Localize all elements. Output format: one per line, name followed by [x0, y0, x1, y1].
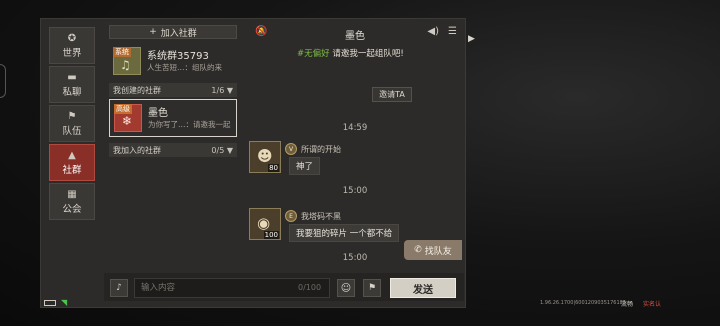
level-label: 80 — [268, 164, 279, 172]
speech-icon: ▬ — [67, 71, 77, 83]
system-group-card[interactable]: ♫ 系统 系统群35793 人生苦短…：组队的来 — [109, 45, 237, 79]
battery-icon — [44, 299, 56, 306]
player-portrait-icon: ◉ — [257, 214, 271, 232]
group-avatar: ♫ 系统 — [113, 47, 141, 75]
send-button[interactable]: 发送 — [390, 278, 456, 298]
premium-tag: 高级 — [114, 104, 132, 114]
flag-icon: ⚑ — [67, 110, 77, 122]
team-invite-button[interactable]: ⚑ — [363, 279, 381, 297]
nav-item-community[interactable]: ▲ 社群 — [49, 144, 95, 181]
add-group-button[interactable]: + 加入社群 — [109, 25, 237, 39]
snowflake-icon: ❄ — [122, 114, 133, 128]
timestamp: 15:00 — [342, 186, 368, 196]
music-icon: ♫ — [120, 58, 131, 72]
version-string: 1.96.26.1700|6001209035176185 — [540, 300, 626, 306]
smiley-icon: ☺ — [340, 282, 352, 294]
device-status: ◥ — [44, 298, 67, 307]
nav-label: 世界 — [62, 47, 82, 59]
find-teammate-button[interactable]: ✆ 找队友 — [404, 240, 462, 260]
list-menu-icon[interactable]: ☰ — [448, 26, 457, 37]
wifi-icon: ◥ — [61, 298, 68, 307]
message-bubble: 我要狙的碎片 一个都不给 — [289, 224, 400, 242]
nav-label: 队伍 — [62, 125, 82, 137]
avatar[interactable]: ◉ 100 — [249, 208, 281, 240]
community-icon: ▲ — [68, 149, 76, 161]
sender-name[interactable]: 所谓的开始 — [301, 144, 341, 155]
group-last-message: 人生苦短…：组队的来 — [147, 63, 222, 72]
network-status: 流畅 — [621, 301, 634, 308]
nav-label: 公会 — [62, 203, 82, 215]
expand-arrow-icon[interactable]: ▶ — [468, 34, 475, 44]
group-title: 系统群35793 — [147, 51, 209, 62]
plus-icon: + — [149, 27, 157, 37]
system-tag: 系统 — [113, 47, 131, 57]
social-panel: ✪ 世界 ▬ 私聊 ⚑ 队伍 ▲ 社群 ▦ 公会 + 加入社群 ♫ 系统 系统群… — [40, 18, 466, 308]
joined-groups-header[interactable]: 我加入的社群 0/5 ▼ — [109, 143, 237, 157]
avatar[interactable]: ☻ 80 — [249, 141, 281, 173]
phone-icon: ✆ — [414, 245, 422, 255]
group-card-selected[interactable]: ❄ 高级 墨色 为你写了…：请邀我一起 — [109, 99, 237, 137]
group-last-message: 为你写了…：请邀我一起 — [148, 120, 231, 129]
chat-area: 🔕 墨色 ◀) ☰ #无偏好 请邀我一起组队吧! 邀请TA 14:59 ☻ 80… — [247, 23, 463, 305]
chat-input-bar: ♪ 0/100 ☺ ⚑ 发送 — [104, 273, 464, 301]
system-message-text: 请邀我一起组队吧! — [329, 49, 404, 59]
chat-header: 🔕 墨色 ◀) ☰ — [247, 23, 463, 43]
emoji-button[interactable]: ☺ — [337, 279, 355, 297]
group-title: 墨色 — [148, 108, 168, 119]
left-edge-handle[interactable] — [0, 64, 6, 98]
nav-label: 社群 — [62, 164, 82, 176]
rank-badge-icon: E — [285, 210, 297, 222]
speaker-icon[interactable]: ◀) — [427, 26, 439, 37]
nav-item-world[interactable]: ✪ 世界 — [49, 27, 95, 64]
system-message: #无偏好 请邀我一起组队吧! — [297, 47, 404, 59]
flag-icon: ⚑ — [367, 283, 377, 293]
nav-label: 私聊 — [62, 86, 82, 98]
preference-tag: #无偏好 — [297, 49, 330, 59]
message-bubble: 神了 — [289, 157, 321, 175]
created-groups-header[interactable]: 我创建的社群 1/6 ▼ — [109, 83, 237, 97]
section-label: 我创建的社群 — [113, 85, 161, 95]
player-portrait-icon: ☻ — [257, 147, 273, 165]
realname-label: 实名认 — [643, 301, 662, 308]
timestamp: 14:59 — [342, 123, 368, 133]
rank-badge-icon: V — [285, 143, 297, 155]
section-count: 1/6 ▼ — [211, 85, 233, 95]
level-label: 100 — [263, 231, 279, 239]
nav-item-team[interactable]: ⚑ 队伍 — [49, 105, 95, 142]
voice-input-button[interactable]: ♪ — [110, 279, 128, 297]
find-team-label: 找队友 — [424, 246, 452, 257]
voice-icon: ♪ — [116, 283, 122, 293]
section-label: 我加入的社群 — [113, 145, 161, 155]
invite-button[interactable]: 邀请TA — [372, 87, 412, 102]
group-list: + 加入社群 ♫ 系统 系统群35793 人生苦短…：组队的来 我创建的社群 1… — [109, 25, 237, 157]
char-counter: 0/100 — [298, 283, 322, 292]
guild-icon: ▦ — [67, 188, 77, 200]
globe-icon: ✪ — [67, 32, 77, 44]
group-avatar: ❄ 高级 — [114, 104, 142, 132]
sender-name[interactable]: 我塔码不黑 — [301, 211, 341, 222]
nav-item-private-chat[interactable]: ▬ 私聊 — [49, 66, 95, 103]
add-group-label: 加入社群 — [160, 28, 197, 39]
nav-item-guild[interactable]: ▦ 公会 — [49, 183, 95, 220]
channel-nav: ✪ 世界 ▬ 私聊 ⚑ 队伍 ▲ 社群 ▦ 公会 — [49, 27, 95, 222]
section-count: 0/5 ▼ — [211, 145, 233, 155]
